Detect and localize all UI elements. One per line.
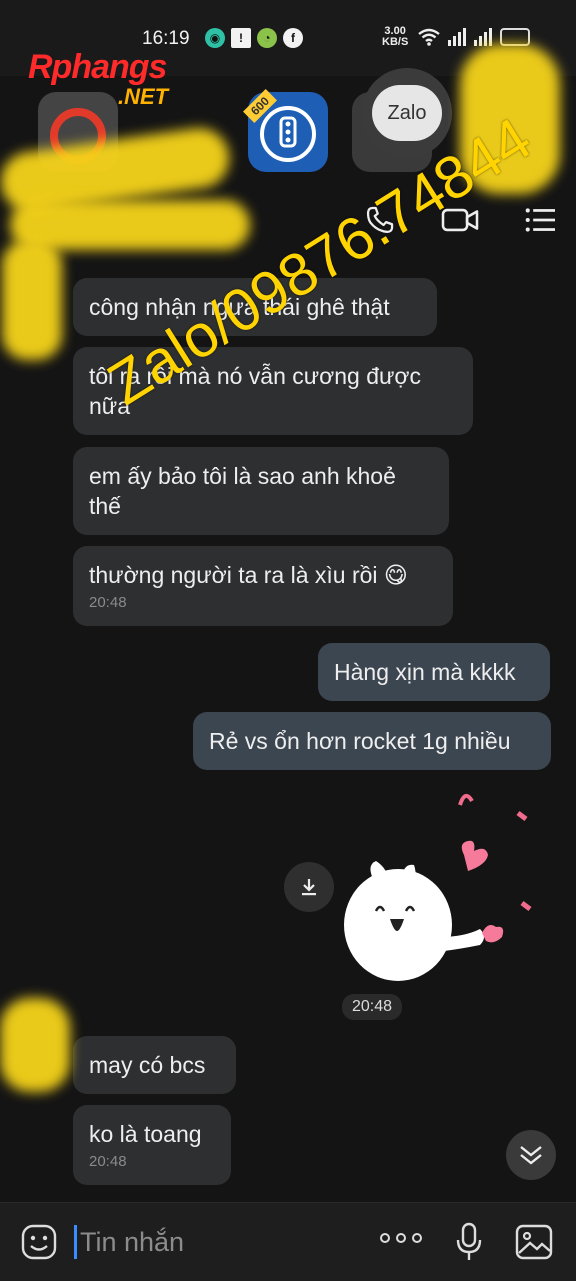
outgoing-message[interactable]: Rẻ vs ổn hơn rocket 1g nhiều: [193, 712, 551, 770]
scroll-to-bottom-button[interactable]: [506, 1130, 556, 1180]
image-icon: [515, 1224, 553, 1260]
incoming-message[interactable]: em ấy bảo tôi là sao anh khoẻ thế: [73, 447, 449, 535]
list-menu-icon: [525, 208, 555, 232]
app-notification-icon: ◉: [205, 28, 225, 48]
status-time: 16:19: [142, 28, 190, 49]
message-input[interactable]: Tin nhắn: [80, 1227, 184, 1258]
wifi-icon: [418, 28, 440, 46]
dot: [380, 1233, 390, 1243]
incoming-message[interactable]: ko là toang 20:48: [73, 1105, 231, 1185]
microphone-icon: [456, 1222, 482, 1260]
menu-button[interactable]: [520, 200, 560, 240]
zalo-icon: Zalo: [372, 85, 442, 141]
message-composer: Tin nhắn: [0, 1202, 576, 1281]
signal-icon: [448, 26, 466, 46]
emoji-icon: [21, 1224, 57, 1260]
warning-icon: !: [231, 28, 251, 48]
message-text: ko là toang: [89, 1121, 202, 1147]
system-icons: [418, 26, 530, 46]
outgoing-message[interactable]: Hàng xịn mà kkkk: [318, 643, 550, 701]
incoming-message[interactable]: thường người ta ra là xìu rồi 😋 20:48: [73, 546, 453, 626]
incoming-message[interactable]: may có bcs: [73, 1036, 236, 1094]
text-caret: [74, 1225, 77, 1259]
rabbit-sticker[interactable]: [340, 785, 550, 1005]
send-image-button[interactable]: [514, 1223, 554, 1266]
more-options-button[interactable]: [380, 1233, 422, 1243]
message-text: may có bcs: [89, 1052, 206, 1078]
signal-icon: [474, 26, 492, 46]
traffic-app-icon: 600: [243, 89, 328, 172]
emoji-button[interactable]: [20, 1223, 58, 1266]
network-speed: 3.00 KB/S: [382, 25, 409, 48]
privacy-scribble: [0, 998, 70, 1092]
message-list[interactable]: công nhận ngựa thái ghê thật tôi ra rồi …: [0, 265, 576, 1195]
download-icon: [302, 879, 316, 896]
app-notification-icon: ◔: [257, 28, 277, 48]
watermark-logo-suffix: .NET: [118, 84, 169, 109]
message-time: 20:48: [89, 594, 127, 611]
message-text: Rẻ vs ổn hơn rocket 1g nhiều: [209, 728, 511, 754]
dot: [396, 1233, 406, 1243]
facebook-icon: f: [283, 28, 303, 48]
voice-message-button[interactable]: [454, 1221, 484, 1268]
message-time: 20:48: [89, 1153, 127, 1170]
message-text: em ấy bảo tôi là sao anh khoẻ thế: [89, 463, 396, 519]
message-text: Hàng xịn mà kkkk: [334, 659, 516, 685]
notification-icons: ◉ ! ◔ f: [205, 28, 303, 48]
chevron-double-down-icon: [520, 1146, 542, 1165]
download-sticker-button[interactable]: [284, 862, 334, 912]
dot: [412, 1233, 422, 1243]
sticker-time: 20:48: [342, 994, 403, 1020]
watermark-logo: Rphangs: [28, 48, 167, 86]
message-text: thường người ta ra là xìu rồi 😋: [89, 562, 408, 588]
